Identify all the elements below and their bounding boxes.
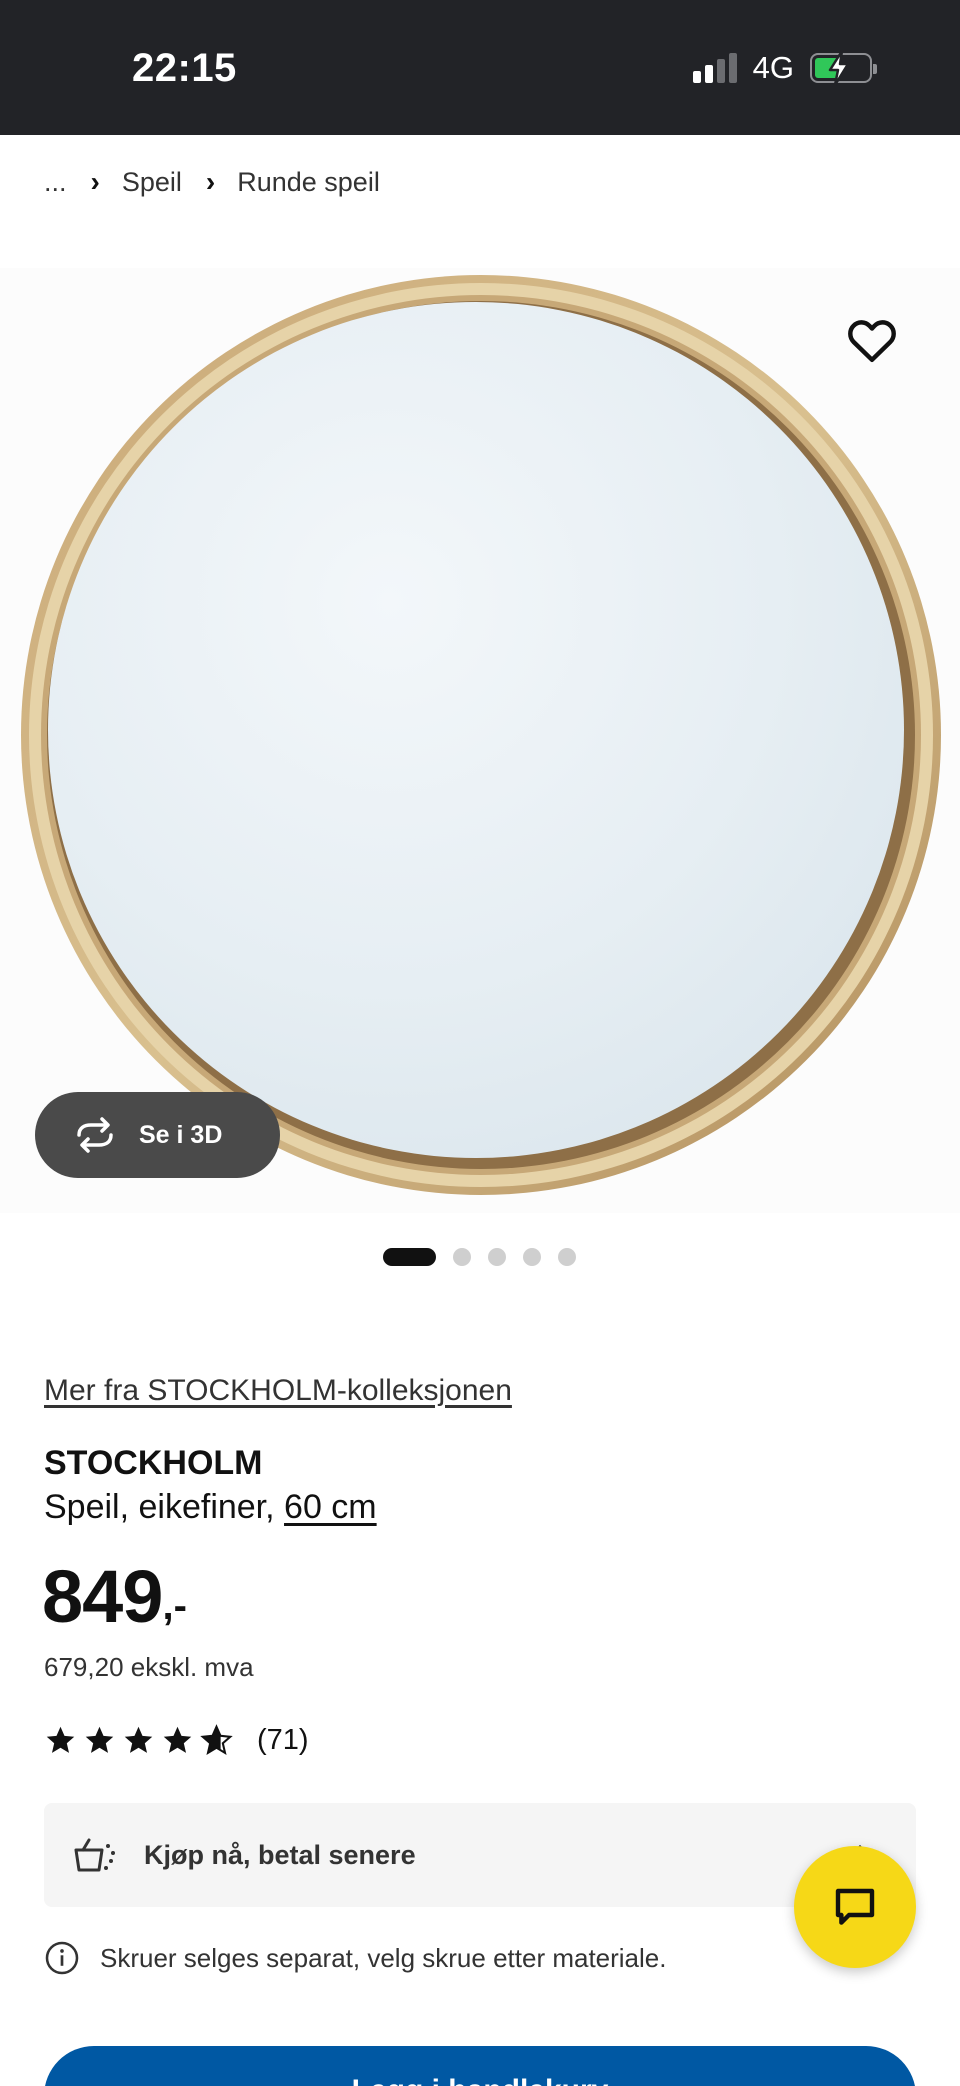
screw-notice-text: Skruer selges separat, velg skrue etter … (100, 1942, 667, 1973)
breadcrumb: ... › Speil › Runde speil (44, 166, 380, 198)
product-description-text: Speil, eikefiner, (44, 1488, 285, 1526)
product-size-link[interactable]: 60 cm (284, 1488, 377, 1526)
star-icon (124, 1726, 153, 1753)
heart-icon (848, 320, 896, 363)
basket-icon (74, 1838, 115, 1872)
add-to-cart-button[interactable]: Legg i handlekurv (44, 2046, 916, 2086)
carousel-dot[interactable] (523, 1248, 541, 1266)
star-icon (46, 1726, 75, 1753)
breadcrumb-item-runde-speil[interactable]: Runde speil (237, 167, 380, 198)
product-image-mirror (21, 275, 941, 1195)
chevron-right-icon: › (90, 166, 100, 197)
carousel-dot-active[interactable] (383, 1248, 436, 1266)
battery-icon (810, 50, 877, 86)
price-amount: 849 (42, 1555, 163, 1638)
favorite-button[interactable] (844, 312, 900, 368)
price-excluding-vat: 679,20 ekskl. mva (44, 1652, 254, 1682)
charging-bolt-icon (828, 50, 850, 86)
collection-link[interactable]: Mer fra STOCKHOLM-kolleksjonen (44, 1374, 512, 1408)
signal-strength-icon (692, 53, 737, 83)
screw-notice: Skruer selges separat, velg skrue etter … (44, 1940, 666, 1976)
pay-later-label: Kjøp nå, betal senere (144, 1839, 416, 1870)
network-type: 4G (752, 50, 794, 85)
carousel-indicator (383, 1248, 576, 1266)
chat-button[interactable] (794, 1846, 916, 1968)
product-rating[interactable]: (71) (44, 1724, 309, 1757)
status-time: 22:15 (132, 46, 237, 90)
view-in-3d-label: Se i 3D (139, 1120, 223, 1149)
carousel-dot[interactable] (453, 1248, 471, 1266)
product-description: Speil, eikefiner, 60 cm (44, 1488, 377, 1527)
chevron-right-icon: › (205, 166, 216, 197)
product-name: STOCKHOLM (44, 1444, 263, 1482)
info-icon (45, 1941, 79, 1975)
chat-icon (835, 1888, 875, 1925)
breadcrumb-ellipsis[interactable]: ... (44, 167, 67, 198)
pay-later-option[interactable]: Kjøp nå, betal senere (44, 1803, 916, 1907)
product-image-gallery[interactable] (0, 268, 960, 1213)
status-indicators: 4G (692, 50, 877, 86)
status-bar: 22:15 4G (0, 0, 960, 135)
carousel-dot[interactable] (488, 1248, 506, 1266)
star-icon (163, 1726, 192, 1753)
view-in-3d-button[interactable]: Se i 3D (35, 1092, 280, 1178)
battery-tip (873, 64, 877, 74)
review-count: (71) (257, 1724, 309, 1756)
breadcrumb-item-speil[interactable]: Speil (122, 167, 182, 198)
price-suffix: ,- (162, 1584, 187, 1628)
carousel-dot[interactable] (558, 1248, 576, 1266)
rotate-3d-icon (77, 1117, 113, 1153)
star-icon (85, 1726, 114, 1753)
product-price: 849 ,- (42, 1560, 187, 1634)
star-half-icon (200, 1724, 233, 1755)
